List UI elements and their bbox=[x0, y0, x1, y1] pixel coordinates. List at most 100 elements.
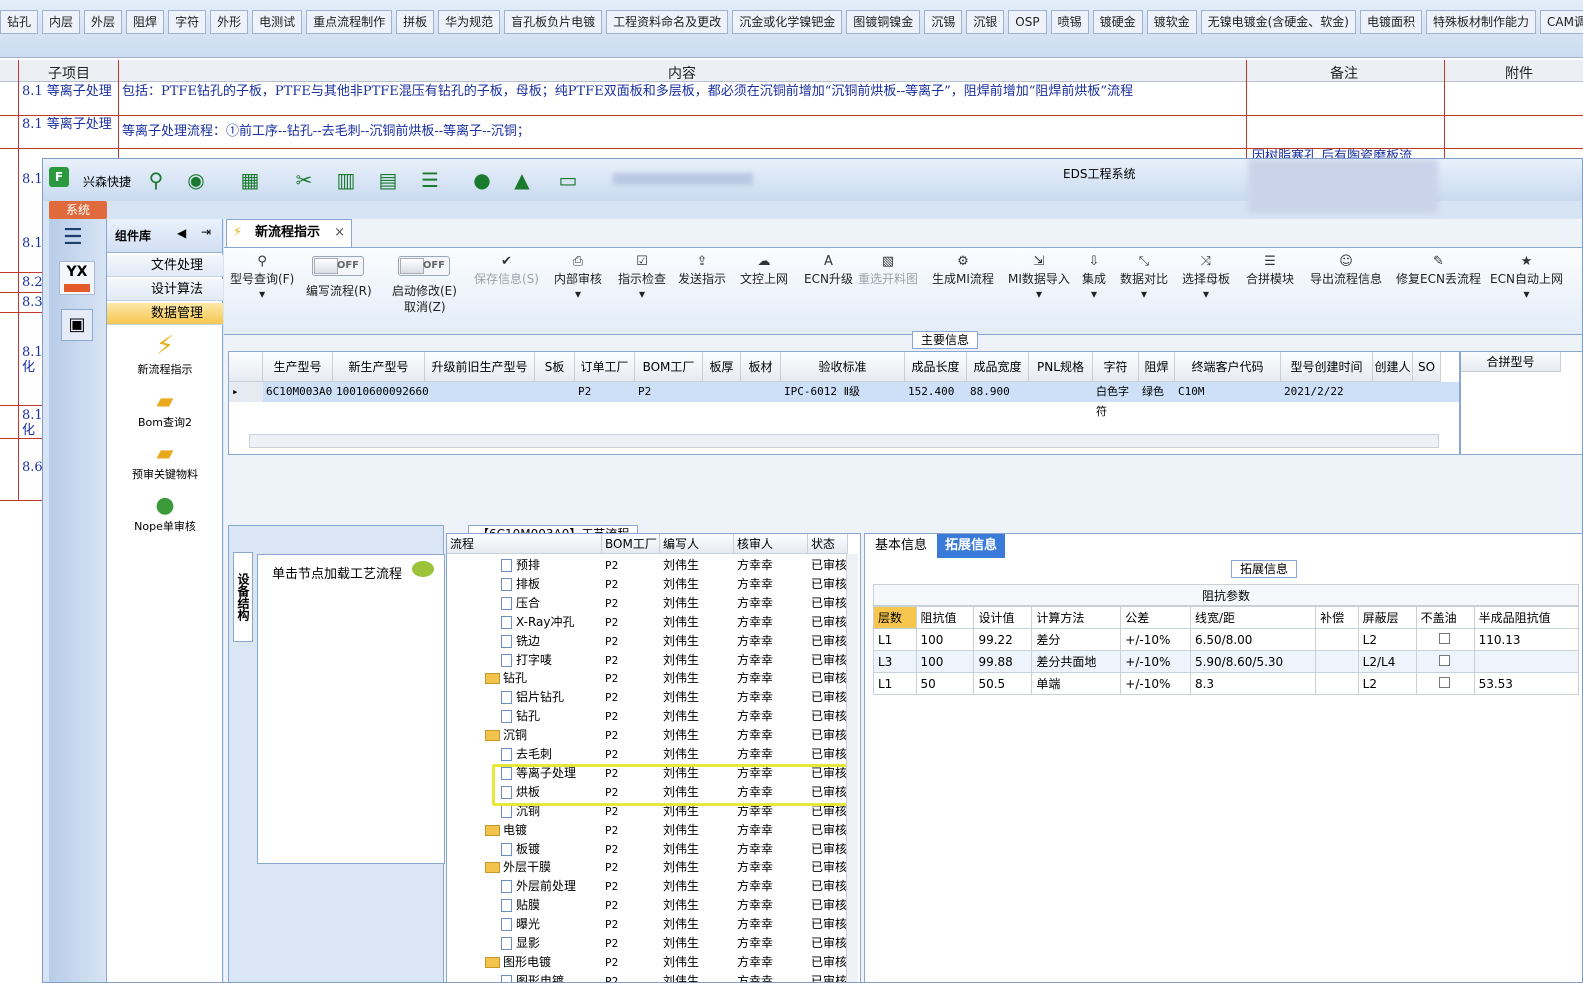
imp-cell[interactable] bbox=[1315, 650, 1359, 673]
globe-icon[interactable]: ◉ bbox=[183, 167, 209, 193]
row-selector-header[interactable] bbox=[229, 352, 263, 382]
top-tab[interactable]: 镀软金 bbox=[1146, 10, 1197, 34]
tab-ext-info[interactable]: 拓展信息 bbox=[937, 534, 1006, 558]
tree-row[interactable]: 去毛刺 P2 刘伟生 方幸幸 已审核 bbox=[447, 745, 847, 764]
cell[interactable] bbox=[741, 382, 781, 402]
btn-save-info[interactable]: ✔ 保存信息(S) bbox=[474, 254, 539, 287]
tree-row[interactable]: 钻孔 P2 刘伟生 方幸幸 已审核 bbox=[447, 707, 847, 726]
btn-model-query[interactable]: ⚲ 型号查询(F) ▾ bbox=[230, 254, 294, 301]
col-header[interactable]: 板材 bbox=[741, 352, 781, 382]
imp-cell[interactable]: L1 bbox=[873, 672, 917, 695]
imp-cell[interactable]: 99.22 bbox=[973, 628, 1033, 651]
imp-row[interactable]: L3 100 99.88 差分共面地 +/-10% 5.90/8.60/5.30 L2/L4 bbox=[873, 650, 1580, 673]
imp-cell[interactable]: 5.90/8.60/5.30 bbox=[1189, 650, 1317, 673]
tool-bom-query[interactable]: ▰ Bom查询2 bbox=[117, 389, 213, 430]
tree-row[interactable]: 沉铜 P2 刘伟生 方幸幸 已审核 bbox=[447, 726, 847, 745]
chart-icon[interactable]: ▲ bbox=[509, 167, 535, 193]
top-tab[interactable]: 沉金或化学镍钯金 bbox=[732, 10, 843, 34]
clipboard-icon[interactable]: ▤ bbox=[375, 167, 401, 193]
imp-row[interactable]: L1 50 50.5 单端 +/-10% 8.3 L2 53.53 bbox=[873, 672, 1580, 695]
imp-row[interactable]: L1 100 99.22 差分 +/-10% 6.50/8.00 L2 110.13 bbox=[873, 628, 1580, 651]
btn-generate-mi[interactable]: ⚙ 生成MI流程 bbox=[932, 254, 994, 287]
col-header[interactable]: 成品长度 bbox=[905, 352, 967, 382]
btn-mi-import[interactable]: ⇲ MI数据导入 ▾ bbox=[1008, 254, 1070, 301]
imp-col-header[interactable]: 不盖油 bbox=[1415, 606, 1475, 629]
no-cover-oil-checkbox[interactable] bbox=[1438, 654, 1450, 666]
toggle-edit-process[interactable]: OFF bbox=[312, 256, 364, 276]
pin-icon[interactable]: ⇥ bbox=[201, 225, 211, 239]
top-tab[interactable]: 外形 bbox=[210, 10, 249, 34]
top-tab[interactable]: 内层 bbox=[42, 10, 81, 34]
col-header[interactable]: 创建人 bbox=[1373, 352, 1413, 382]
tree-col-header[interactable]: 流程 bbox=[447, 534, 602, 554]
imp-cell[interactable]: +/-10% bbox=[1120, 628, 1191, 651]
btn-merge-module[interactable]: ☰ 合拼模块 bbox=[1246, 254, 1294, 287]
tree-row[interactable]: 曝光 P2 刘伟生 方幸幸 已审核 bbox=[447, 915, 847, 934]
cell[interactable]: 152.400 bbox=[905, 382, 967, 402]
tree-col-header[interactable]: 编写人 bbox=[660, 534, 734, 554]
no-cover-oil-checkbox[interactable] bbox=[1438, 676, 1450, 688]
comp-item-data[interactable]: 数据管理 bbox=[107, 303, 223, 325]
btn-check[interactable]: ☑ 指示检查 ▾ bbox=[618, 254, 666, 301]
btn-export-process[interactable]: ☺ 导出流程信息 bbox=[1310, 254, 1382, 287]
tree-row[interactable]: 图形电镀 P2 刘伟生 方幸幸 已审核 bbox=[447, 972, 847, 982]
tree-row[interactable]: 外层干膜 P2 刘伟生 方幸幸 已审核 bbox=[447, 858, 847, 877]
tree-row[interactable]: 电镀 P2 刘伟生 方幸幸 已审核 bbox=[447, 821, 847, 840]
cell[interactable]: IPC-6012 Ⅱ级 bbox=[781, 382, 905, 402]
imp-cell[interactable]: +/-10% bbox=[1120, 672, 1191, 695]
imp-cell[interactable] bbox=[1315, 672, 1359, 695]
tree-row[interactable]: 板镀 P2 刘伟生 方幸幸 已审核 bbox=[447, 840, 847, 859]
col-header[interactable]: 字符 bbox=[1093, 352, 1139, 382]
cell[interactable] bbox=[1029, 382, 1093, 402]
tree-row[interactable]: X-Ray冲孔 P2 刘伟生 方幸幸 已审核 bbox=[447, 613, 847, 632]
top-tab[interactable]: 钻孔 bbox=[0, 10, 39, 34]
imp-cell[interactable]: L1 bbox=[873, 628, 917, 651]
imp-cell[interactable]: 单端 bbox=[1031, 672, 1122, 695]
comp-item-file[interactable]: 文件处理 bbox=[107, 255, 223, 277]
col-header[interactable]: 终端客户代码 bbox=[1175, 352, 1281, 382]
btn-ecn-upgrade[interactable]: A ECN升级 bbox=[804, 254, 853, 287]
tool-prereview[interactable]: ▰ 预审关键物料 bbox=[117, 441, 213, 482]
imp-col-header[interactable]: 阻抗值 bbox=[915, 606, 975, 629]
tree-col-header[interactable]: BOM工厂 bbox=[602, 534, 660, 554]
imp-cell[interactable]: 6.50/8.00 bbox=[1189, 628, 1317, 651]
btn-doc-online[interactable]: ☁ 文控上网 bbox=[740, 254, 788, 287]
search-icon[interactable]: ⚲ bbox=[143, 167, 169, 193]
cell[interactable] bbox=[1413, 382, 1441, 402]
tree-row[interactable]: 打字唛 P2 刘伟生 方幸幸 已审核 bbox=[447, 651, 847, 670]
cell[interactable]: P2 bbox=[575, 382, 635, 402]
yx-logo[interactable]: YX bbox=[59, 261, 95, 295]
top-tab[interactable]: 工程资料命名及更改 bbox=[606, 10, 729, 34]
toggle-start-modify[interactable]: OFF bbox=[398, 256, 450, 276]
top-tab[interactable]: 盲孔板负片电镀 bbox=[504, 10, 603, 34]
collapse-left-icon[interactable]: ◀ bbox=[177, 226, 186, 240]
horizontal-scrollbar[interactable] bbox=[249, 434, 1439, 448]
col-header[interactable]: 成品宽度 bbox=[967, 352, 1029, 382]
imp-cell[interactable] bbox=[1415, 628, 1475, 651]
btn-ecn-auto-online[interactable]: ★ ECN自动上网 ▾ bbox=[1490, 254, 1563, 301]
imp-cell[interactable]: 99.88 bbox=[973, 650, 1033, 673]
tree-row[interactable]: 贴膜 P2 刘伟生 方幸幸 已审核 bbox=[447, 896, 847, 915]
col-header[interactable]: 订单工厂 bbox=[575, 352, 635, 382]
col-header[interactable]: 升级前旧生产型号 bbox=[425, 352, 535, 382]
user-icon[interactable]: ● bbox=[469, 167, 495, 193]
imp-col-header[interactable]: 公差 bbox=[1120, 606, 1191, 629]
imp-cell[interactable]: 差分 bbox=[1031, 628, 1122, 651]
list-icon[interactable]: ☰ bbox=[417, 167, 443, 193]
col-header[interactable]: 生产型号 bbox=[263, 352, 333, 382]
comp-item-design[interactable]: 设计算法 bbox=[107, 279, 223, 301]
cell[interactable] bbox=[425, 382, 535, 402]
btn-cancel[interactable]: 取消(Z) bbox=[404, 298, 446, 315]
tree-row[interactable]: 钻孔 P2 刘伟生 方幸幸 已审核 bbox=[447, 669, 847, 688]
tab-basic-info[interactable]: 基本信息 bbox=[867, 534, 935, 558]
tree-row[interactable]: 外层前处理 P2 刘伟生 方幸幸 已审核 bbox=[447, 877, 847, 896]
col-header[interactable]: S板 bbox=[535, 352, 575, 382]
imp-cell[interactable]: 110.13 bbox=[1473, 628, 1580, 651]
cell[interactable]: P2 bbox=[635, 382, 703, 402]
top-tab[interactable]: 字符 bbox=[168, 10, 207, 34]
tree-col-header[interactable]: 核审人 bbox=[734, 534, 808, 554]
tree-row[interactable]: 压合 P2 刘伟生 方幸幸 已审核 bbox=[447, 594, 847, 613]
cell[interactable]: C10M bbox=[1175, 382, 1281, 402]
btn-fix-ecn[interactable]: ✎ 修复ECN丢流程 bbox=[1396, 254, 1481, 287]
top-tab[interactable]: 电镀面积 bbox=[1359, 10, 1422, 34]
